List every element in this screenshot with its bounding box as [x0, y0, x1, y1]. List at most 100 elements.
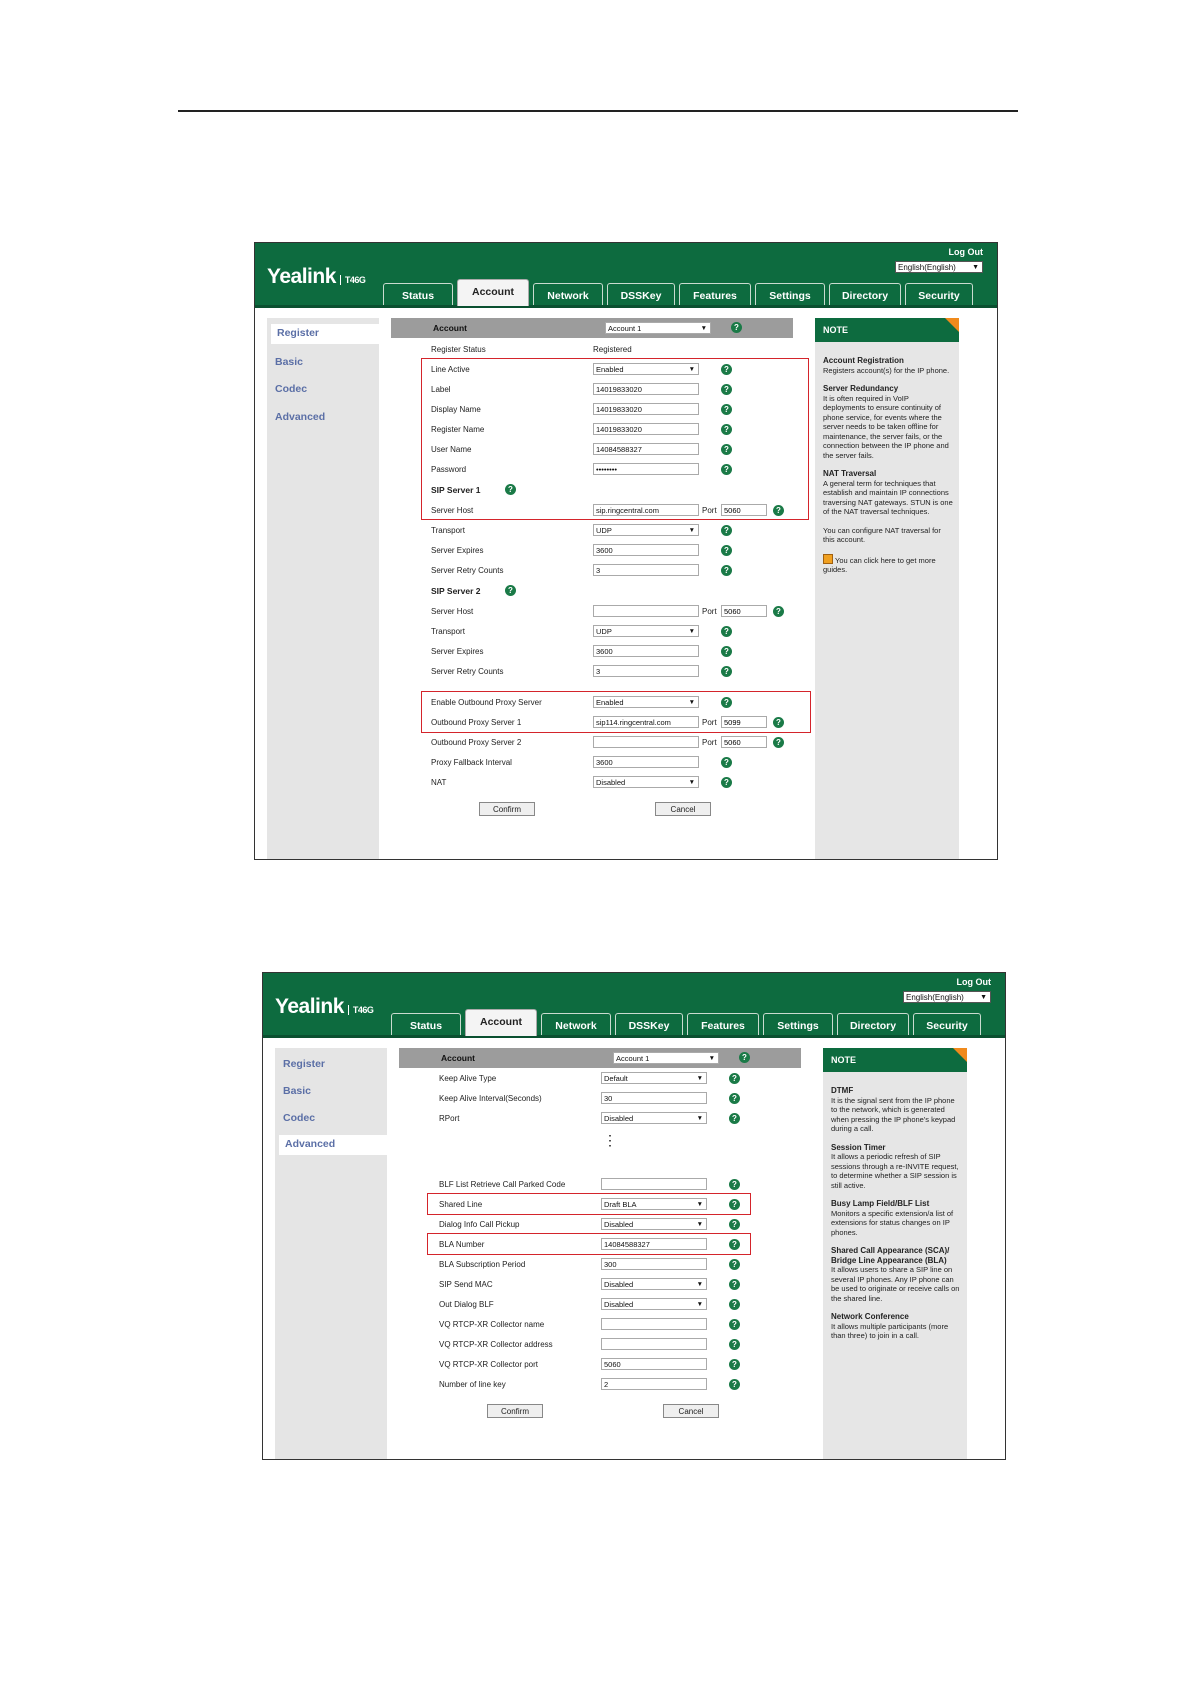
account-select[interactable]: Account 1 ▼ — [605, 322, 711, 334]
tab-features[interactable]: Features — [687, 1013, 759, 1035]
help-icon[interactable]: ? — [721, 626, 732, 637]
s2-server-expires-input[interactable]: 3600 — [593, 645, 699, 657]
tab-security[interactable]: Security — [905, 283, 973, 305]
out-dialog-blf-select[interactable]: Disabled ▼ — [601, 1298, 707, 1310]
user-name-input[interactable]: 14084588327 — [593, 443, 699, 455]
s2-transport-select[interactable]: UDP ▼ — [593, 625, 699, 637]
sidebar-item-basic[interactable]: Basic — [275, 356, 303, 368]
help-icon[interactable]: ? — [721, 646, 732, 657]
tab-security[interactable]: Security — [913, 1013, 981, 1035]
sidebar-item-advanced[interactable]: Advanced — [279, 1135, 387, 1155]
outbound-1-input[interactable]: sip114.ringcentral.com — [593, 716, 699, 728]
help-icon[interactable]: ? — [721, 404, 732, 415]
confirm-button[interactable]: Confirm — [487, 1404, 543, 1418]
tab-status[interactable]: Status — [383, 283, 453, 305]
sidebar-item-codec[interactable]: Codec — [275, 383, 307, 395]
sidebar-item-advanced[interactable]: Advanced — [275, 411, 325, 423]
s1-server-expires-input[interactable]: 3600 — [593, 544, 699, 556]
guide-link[interactable]: You can click here to get more guides. — [823, 556, 936, 575]
s2-server-host-input[interactable] — [593, 605, 699, 617]
tab-network[interactable]: Network — [533, 283, 603, 305]
help-icon[interactable]: ? — [729, 1259, 740, 1270]
s1-transport-select[interactable]: UDP ▼ — [593, 524, 699, 536]
logout-link[interactable]: Log Out — [949, 247, 984, 257]
tab-features[interactable]: Features — [679, 283, 751, 305]
help-icon[interactable]: ? — [773, 737, 784, 748]
s2-port-input[interactable]: 5060 — [721, 605, 767, 617]
help-icon[interactable]: ? — [721, 424, 732, 435]
s2-retry-input[interactable]: 3 — [593, 665, 699, 677]
tab-account[interactable]: Account — [457, 279, 529, 306]
help-icon[interactable]: ? — [721, 525, 732, 536]
s1-port-input[interactable]: 5060 — [721, 504, 767, 516]
help-icon[interactable]: ? — [505, 585, 516, 596]
help-icon[interactable]: ? — [729, 1339, 740, 1350]
help-icon[interactable]: ? — [773, 717, 784, 728]
tab-account[interactable]: Account — [465, 1009, 537, 1036]
help-icon[interactable]: ? — [729, 1179, 740, 1190]
language-select[interactable]: English(English) ▼ — [903, 991, 991, 1003]
help-icon[interactable]: ? — [729, 1279, 740, 1290]
tab-directory[interactable]: Directory — [829, 283, 901, 305]
help-icon[interactable]: ? — [773, 505, 784, 516]
tab-settings[interactable]: Settings — [763, 1013, 833, 1035]
shared-line-select[interactable]: Draft BLA ▼ — [601, 1198, 707, 1210]
help-icon[interactable]: ? — [721, 464, 732, 475]
line-active-select[interactable]: Enabled ▼ — [593, 363, 699, 375]
help-icon[interactable]: ? — [505, 484, 516, 495]
bla-number-input[interactable]: 14084588327 — [601, 1238, 707, 1250]
help-icon[interactable]: ? — [731, 322, 742, 333]
cancel-button[interactable]: Cancel — [655, 802, 711, 816]
help-icon[interactable]: ? — [729, 1299, 740, 1310]
outbound-2-input[interactable] — [593, 736, 699, 748]
help-icon[interactable]: ? — [721, 545, 732, 556]
help-icon[interactable]: ? — [721, 444, 732, 455]
help-icon[interactable]: ? — [721, 757, 732, 768]
help-icon[interactable]: ? — [721, 364, 732, 375]
tab-dsskey[interactable]: DSSKey — [615, 1013, 683, 1035]
language-select[interactable]: English(English) ▼ — [895, 261, 983, 273]
help-icon[interactable]: ? — [729, 1199, 740, 1210]
account-select[interactable]: Account 1 ▼ — [613, 1052, 719, 1064]
help-icon[interactable]: ? — [721, 666, 732, 677]
help-icon[interactable]: ? — [773, 606, 784, 617]
keep-alive-interval-input[interactable]: 30 — [601, 1092, 707, 1104]
tab-network[interactable]: Network — [541, 1013, 611, 1035]
bla-sub-input[interactable]: 300 — [601, 1258, 707, 1270]
dialog-info-select[interactable]: Disabled ▼ — [601, 1218, 707, 1230]
confirm-button[interactable]: Confirm — [479, 802, 535, 816]
help-icon[interactable]: ? — [729, 1219, 740, 1230]
sidebar-item-register[interactable]: Register — [283, 1058, 325, 1070]
help-icon[interactable]: ? — [721, 384, 732, 395]
help-icon[interactable]: ? — [729, 1239, 740, 1250]
s1-retry-input[interactable]: 3 — [593, 564, 699, 576]
proxy-fallback-input[interactable]: 3600 — [593, 756, 699, 768]
tab-dsskey[interactable]: DSSKey — [607, 283, 675, 305]
logout-link[interactable]: Log Out — [957, 977, 992, 987]
sip-send-mac-select[interactable]: Disabled ▼ — [601, 1278, 707, 1290]
sidebar-item-codec[interactable]: Codec — [283, 1112, 315, 1124]
blf-retrieve-input[interactable] — [601, 1178, 707, 1190]
keep-alive-type-select[interactable]: Default ▼ — [601, 1072, 707, 1084]
sidebar-item-register[interactable]: Register — [271, 324, 379, 344]
help-icon[interactable]: ? — [729, 1093, 740, 1104]
tab-status[interactable]: Status — [391, 1013, 461, 1035]
vq-name-input[interactable] — [601, 1318, 707, 1330]
tab-settings[interactable]: Settings — [755, 283, 825, 305]
vq-address-input[interactable] — [601, 1338, 707, 1350]
help-icon[interactable]: ? — [729, 1319, 740, 1330]
sidebar-item-basic[interactable]: Basic — [283, 1085, 311, 1097]
password-input[interactable]: •••••••• — [593, 463, 699, 475]
rport-select[interactable]: Disabled ▼ — [601, 1112, 707, 1124]
help-icon[interactable]: ? — [729, 1359, 740, 1370]
register-name-input[interactable]: 14019833020 — [593, 423, 699, 435]
cancel-button[interactable]: Cancel — [663, 1404, 719, 1418]
outbound-enable-select[interactable]: Enabled ▼ — [593, 696, 699, 708]
help-icon[interactable]: ? — [729, 1113, 740, 1124]
nat-select[interactable]: Disabled ▼ — [593, 776, 699, 788]
s1-server-host-input[interactable]: sip.ringcentral.com — [593, 504, 699, 516]
outbound-2-port-input[interactable]: 5060 — [721, 736, 767, 748]
tab-directory[interactable]: Directory — [837, 1013, 909, 1035]
help-icon[interactable]: ? — [721, 697, 732, 708]
help-icon[interactable]: ? — [721, 565, 732, 576]
